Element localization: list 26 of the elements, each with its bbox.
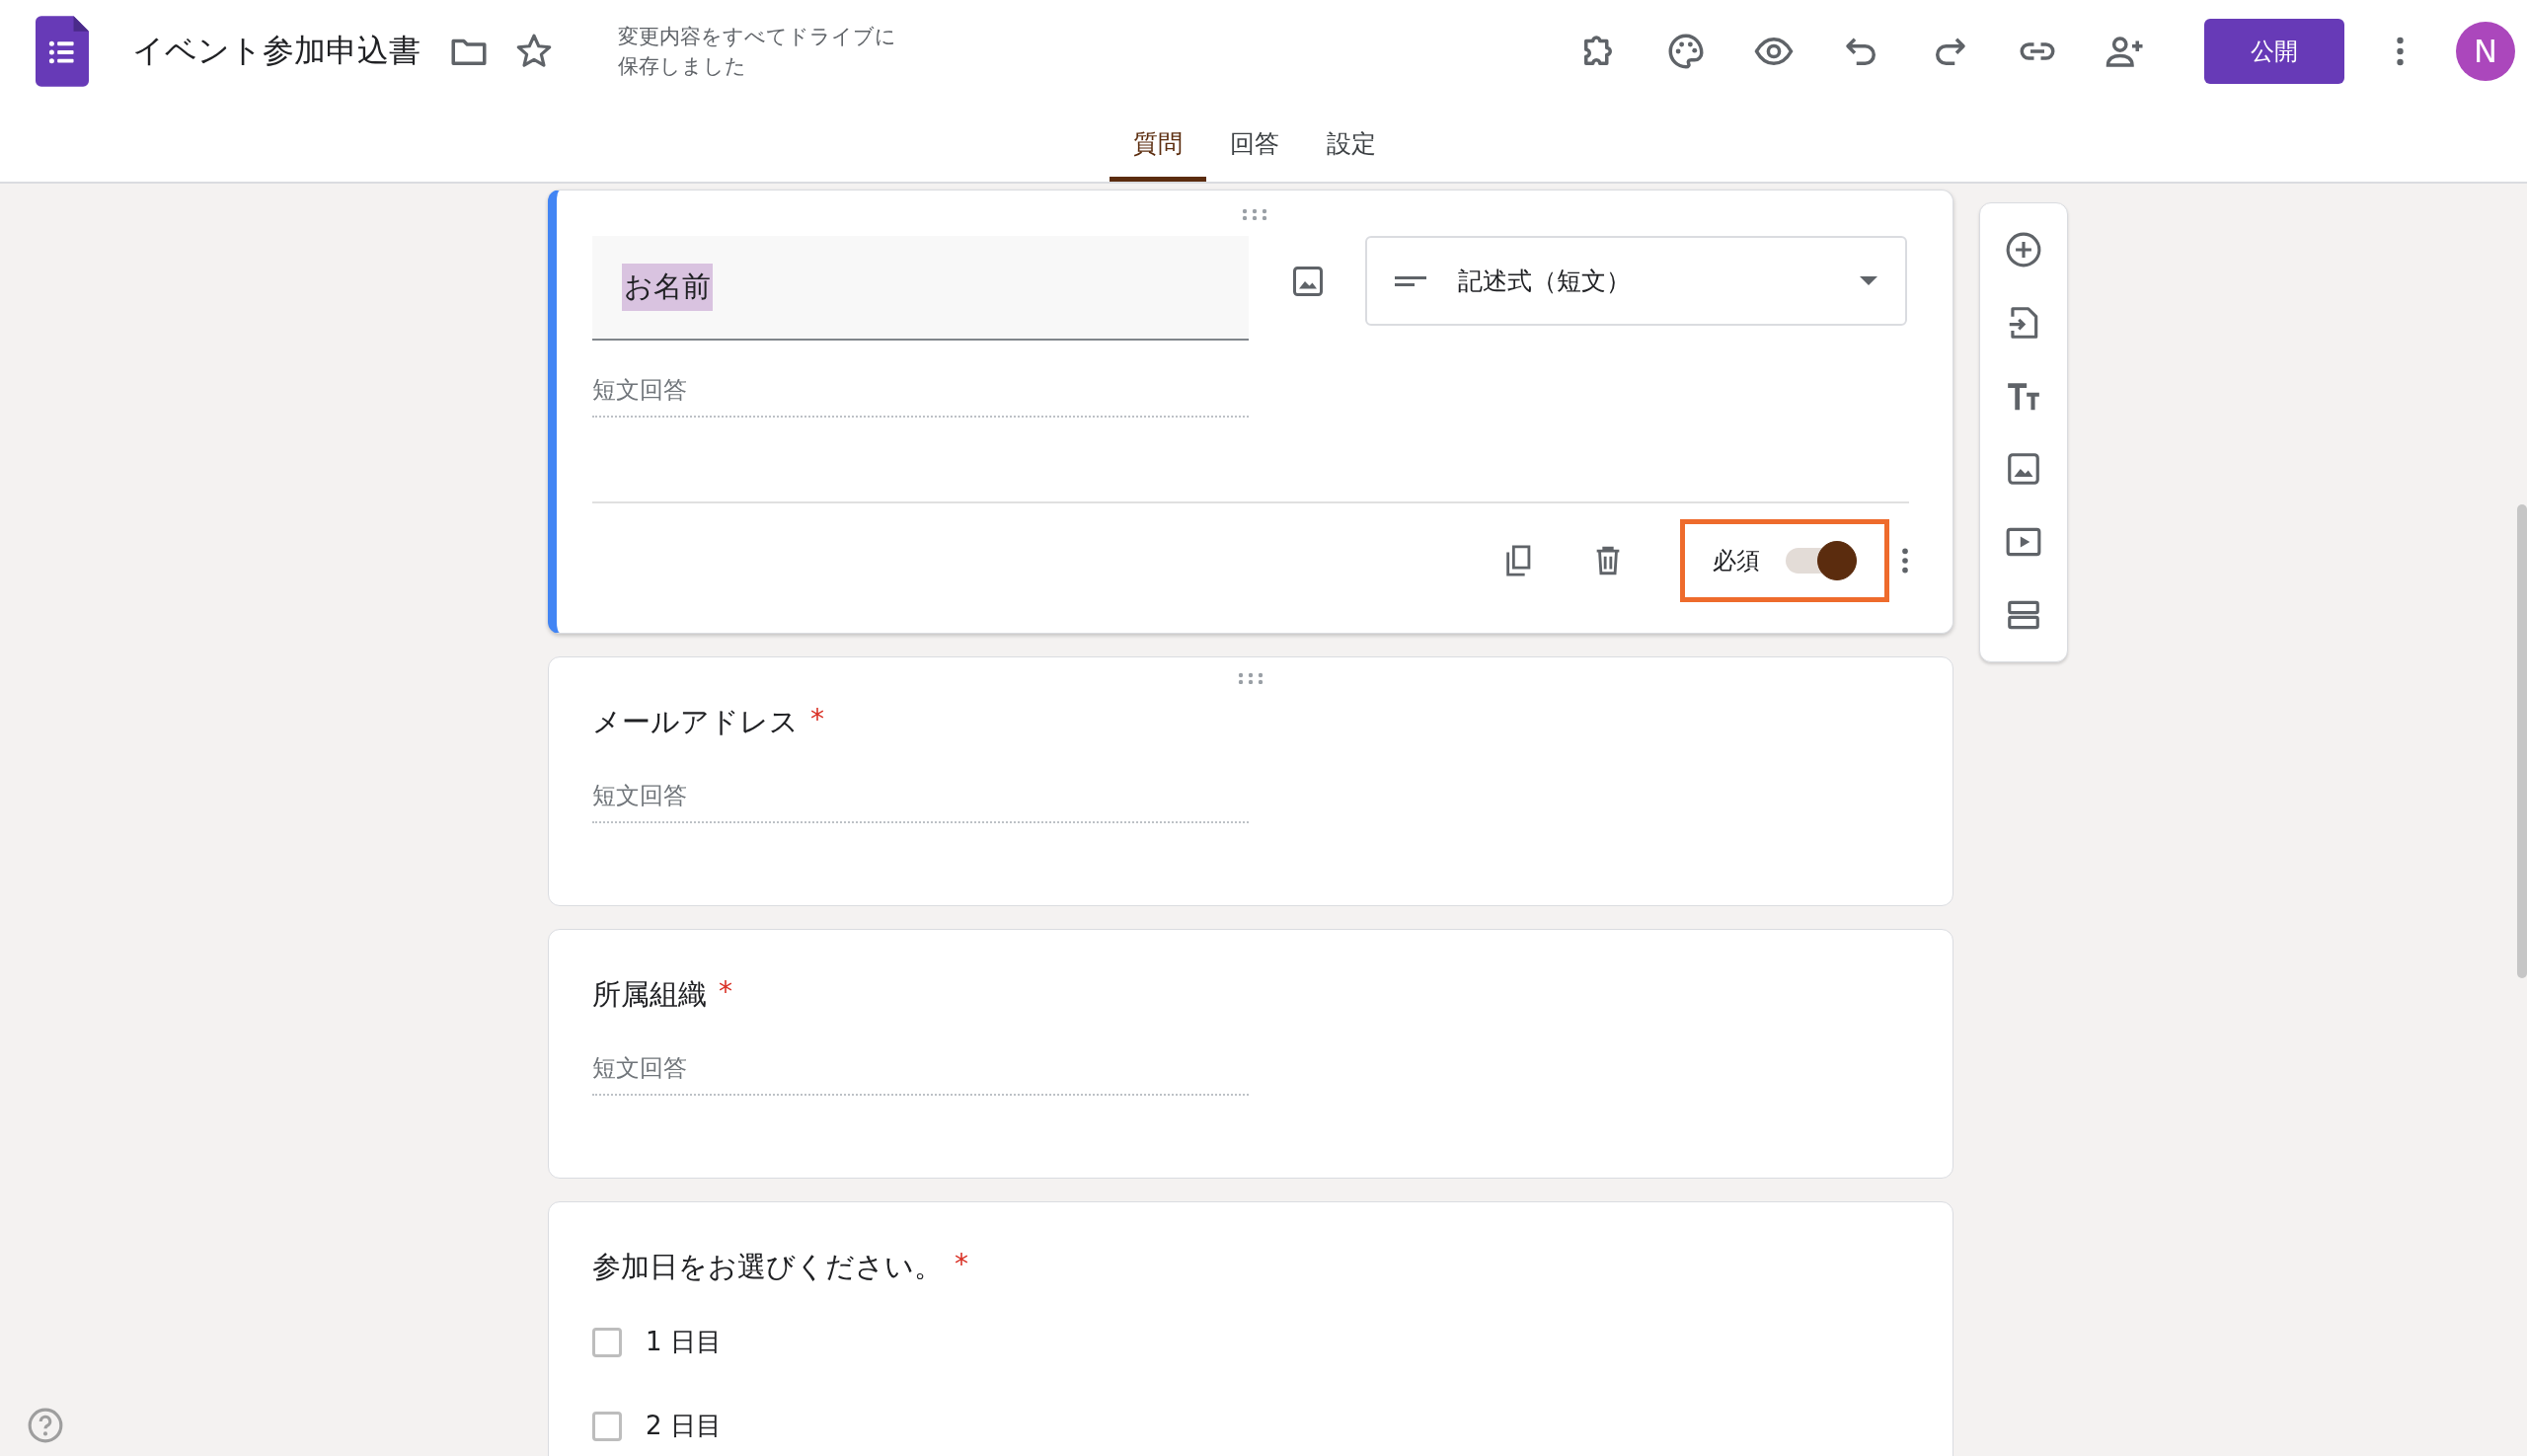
question-type-dropdown[interactable]: 記述式（短文） [1365, 236, 1907, 326]
question-title: メールアドレス [592, 704, 799, 740]
question-title-field[interactable]: お名前 [592, 236, 1249, 341]
question-card[interactable]: お名前 記述式（短文） 短文回答 必須 [548, 190, 1953, 634]
avatar[interactable]: N [2456, 22, 2515, 81]
publish-button[interactable]: 公開 [2204, 19, 2344, 84]
question-title-text: お名前 [622, 264, 713, 311]
question-card[interactable]: メールアドレス * 短文回答 [548, 656, 1953, 906]
option-label: 2 日目 [646, 1410, 722, 1442]
tab[interactable]: 回答 [1206, 103, 1303, 182]
question-card[interactable]: 所属組織 * 短文回答 [548, 929, 1953, 1179]
save-status-text: 変更内容をすべてドライブに保存しました [618, 23, 897, 80]
short-answer-line: 短文回答 [592, 742, 1249, 823]
required-asterisk: * [955, 1248, 968, 1280]
required-asterisk: * [810, 703, 824, 735]
question-title: 所属組織 [592, 976, 707, 1013]
required-label: 必須 [1713, 546, 1760, 576]
short-answer-line: 短文回答 [592, 1015, 1249, 1096]
question-card[interactable]: 参加日をお選びください。 * 1 日目 2 日目 [548, 1201, 1953, 1456]
required-asterisk: * [719, 975, 732, 1008]
option-label: 1 日目 [646, 1326, 722, 1358]
short-answer-line: 短文回答 [592, 341, 1249, 418]
question-title: 参加日をお選びください。 [592, 1249, 943, 1285]
tab[interactable]: 設定 [1303, 103, 1400, 182]
tab[interactable]: 質問 [1110, 103, 1206, 182]
form-title[interactable]: イベント参加申込書 [132, 30, 421, 73]
